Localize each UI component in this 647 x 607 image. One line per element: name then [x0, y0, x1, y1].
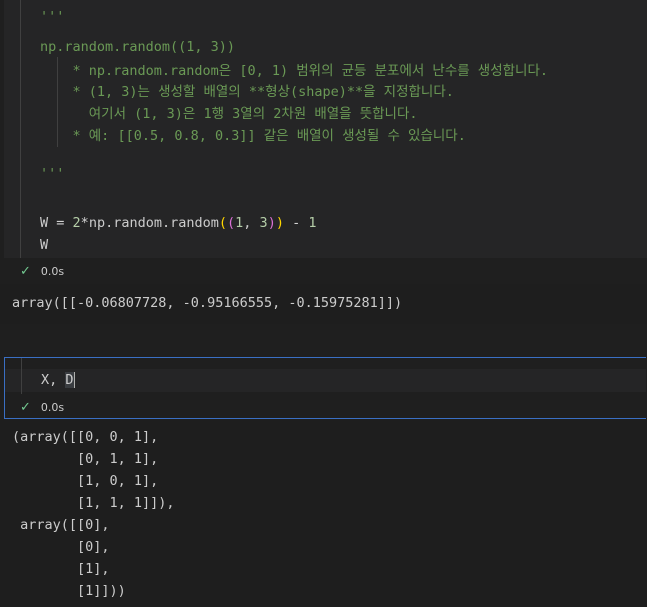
text-cursor — [73, 372, 75, 388]
op-minus: - — [283, 215, 309, 231]
code-line-w: W — [40, 237, 49, 253]
output-line: [1]])) — [12, 583, 126, 599]
output-line: [1, 1, 1]]), — [12, 495, 175, 511]
code-line-1: np.random.random((1, 3)) — [40, 39, 236, 55]
output-line: [1, 0, 1], — [12, 473, 159, 489]
num-3: 3 — [259, 215, 268, 231]
num-2: 2 — [72, 215, 81, 231]
output-line: [1], — [12, 561, 110, 577]
num-1b: 1 — [308, 215, 317, 231]
code-line-2: * np.random.random은 [0, 1) 범위의 균등 분포에서 난… — [40, 63, 549, 79]
op-star: * — [80, 215, 89, 231]
code-line-4: 여기서 (1, 3)은 1행 3열의 2차원 배열을 뜻합니다. — [40, 106, 418, 122]
check-icon: ✓ — [20, 400, 31, 415]
code-editor-2[interactable] — [5, 369, 646, 392]
code-token-d: D — [65, 372, 74, 388]
output-text-1: array([[-0.06807728, -0.95166555, -0.159… — [12, 295, 403, 311]
output-line: [0, 1, 1], — [12, 451, 159, 467]
code-cell-2[interactable]: X, D ✓ 0.0s — [4, 357, 646, 419]
output-line: [0], — [12, 539, 110, 555]
var-w: W — [40, 215, 49, 231]
code-cell-1[interactable]: ''' np.random.random((1, 3)) * np.random… — [0, 0, 647, 284]
code-line-3: * (1, 3)는 생성할 배열의 **형상(shape)**을 지정합니다. — [40, 84, 454, 100]
code-token-x: X, — [41, 372, 66, 388]
code-line-xd[interactable]: X, D — [41, 370, 75, 390]
code-line-5: * 예: [[0.5, 0.8, 0.3]] 같은 배열이 생성될 수 있습니다… — [40, 128, 466, 144]
code-line-docstring-close: ''' — [40, 166, 65, 182]
paren-close-inner: ) — [267, 215, 276, 231]
execution-status-1: ✓ 0.0s — [20, 264, 64, 279]
output-area-1: array([[-0.06807728, -0.95166555, -0.159… — [0, 284, 647, 324]
output-area-2: (array([[0, 0, 1], [0, 1, 1], [1, 0, 1],… — [0, 420, 647, 607]
paren-open-inner: ( — [227, 215, 236, 231]
code-line-assign: W = 2*np.random.random((1, 3)) - 1 — [40, 213, 317, 233]
indent-guide — [21, 358, 22, 394]
indent-guide — [20, 0, 21, 258]
func-call: np.random.random — [88, 215, 219, 231]
execution-time-1: 0.0s — [40, 265, 65, 278]
op-eq: = — [48, 215, 73, 231]
output-line: (array([[0, 0, 1], — [12, 429, 159, 445]
paren-open-outer: ( — [218, 215, 227, 231]
code-line-docstring-open: ''' — [40, 9, 65, 25]
check-icon: ✓ — [20, 264, 31, 279]
output-line: array([[0], — [12, 517, 110, 533]
paren-close-outer: ) — [275, 215, 284, 231]
comma: , — [243, 215, 260, 231]
execution-time-2: 0.0s — [40, 401, 65, 414]
execution-status-2: ✓ 0.0s — [20, 400, 64, 415]
